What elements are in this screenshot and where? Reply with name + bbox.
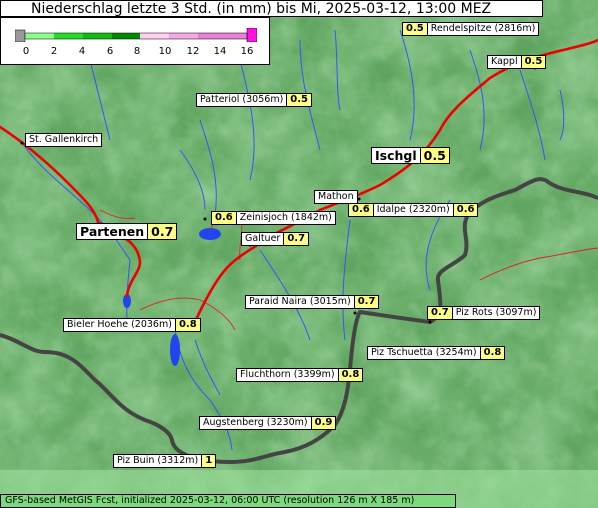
precip-value: 0.7 [427, 306, 453, 320]
label-piz-tschuetta: Piz Tschuetta (3254m) 0.8 [367, 346, 506, 360]
precip-value: 0.5 [420, 147, 450, 164]
precip-value: 0.5 [287, 93, 312, 107]
legend-tick: 6 [106, 46, 114, 57]
place-name: Kappl [487, 55, 522, 69]
label-bieler-hoehe: Bieler Hoehe (2036m) 0.8 [63, 318, 201, 332]
place-name: Piz Buin (3312m) [113, 454, 203, 468]
legend-tick: 12 [186, 46, 200, 57]
label-mathon: Mathon [314, 190, 358, 204]
label-idalpe: 0.6 Idalpe (2320m) 0.6 [348, 203, 479, 217]
place-name: Paraid Naira (3015m) [245, 295, 355, 309]
forecast-footer: GFS-based MetGIS Fcst, initialized 2025-… [0, 494, 456, 508]
legend-tick: 2 [50, 46, 58, 57]
place-name: Zeinisjoch (1842m) [236, 211, 336, 225]
precip-value: 0.8 [338, 368, 364, 382]
place-name: Ischgl [371, 147, 421, 164]
label-patteriol: Patteriol (3056m) 0.5 [196, 93, 312, 107]
label-ischgl: Ischgl 0.5 [371, 147, 450, 164]
precip-value: 0.9 [311, 416, 337, 430]
label-st-gallenkirch: St. Gallenkirch [25, 133, 103, 147]
map-title: Niederschlag letzte 3 Std. (in mm) bis M… [0, 0, 543, 17]
precip-value: 0.7 [354, 295, 380, 309]
legend-tick: 4 [78, 46, 86, 57]
legend-tick: 8 [133, 46, 141, 57]
place-name: Augstenberg (3230m) [199, 416, 312, 430]
precip-value: 0.6 [211, 211, 237, 225]
legend-color-scale [15, 28, 257, 42]
precip-value: 0.6 [453, 203, 479, 217]
place-name: Bieler Hoehe (2036m) [63, 318, 176, 332]
precip-value: 0.7 [148, 223, 178, 240]
legend-tick: 14 [213, 46, 227, 57]
legend-tick: 0 [22, 46, 30, 57]
place-name: Patteriol (3056m) [196, 93, 288, 107]
label-kappl: Kappl 0.5 [487, 55, 547, 69]
precip-value: 1 [202, 454, 217, 468]
precip-value: 0.7 [284, 232, 310, 246]
label-fluchthorn: Fluchthorn (3399m) 0.8 [236, 368, 364, 382]
place-name: Partenen [76, 223, 149, 240]
label-paraid-naira: Paraid Naira (3015m) 0.7 [245, 295, 380, 309]
label-rendelspitze: 0.5 Rendelspitze (2816m) [402, 22, 540, 36]
place-name: Fluchthorn (3399m) [236, 368, 339, 382]
precipitation-legend: 0 2 4 6 8 10 12 14 16 [0, 17, 270, 65]
precip-value: 0.5 [521, 55, 547, 69]
precip-value: 0.8 [480, 346, 506, 360]
label-zeinisjoch: 0.6 Zeinisjoch (1842m) [211, 211, 336, 225]
precip-value: 0.5 [402, 22, 428, 36]
legend-tick: 16 [240, 46, 254, 57]
place-name: Idalpe (2320m) [373, 203, 454, 217]
place-name: Piz Rots (3097m) [452, 306, 541, 320]
place-name: Galtuer [241, 232, 285, 246]
label-piz-rots: 0.7 Piz Rots (3097m) [427, 306, 541, 320]
label-partenen: Partenen 0.7 [76, 223, 178, 240]
precip-value: 0.6 [348, 203, 374, 217]
label-piz-buin: Piz Buin (3312m) 1 [113, 454, 217, 468]
legend-tick: 10 [158, 46, 172, 57]
place-name: Piz Tschuetta (3254m) [367, 346, 481, 360]
place-name: Rendelspitze (2816m) [427, 22, 540, 36]
terrain-map [0, 0, 598, 508]
label-galtuer: Galtuer 0.7 [241, 232, 310, 246]
precip-value: 0.8 [175, 318, 201, 332]
label-augstenberg: Augstenberg (3230m) 0.9 [199, 416, 337, 430]
